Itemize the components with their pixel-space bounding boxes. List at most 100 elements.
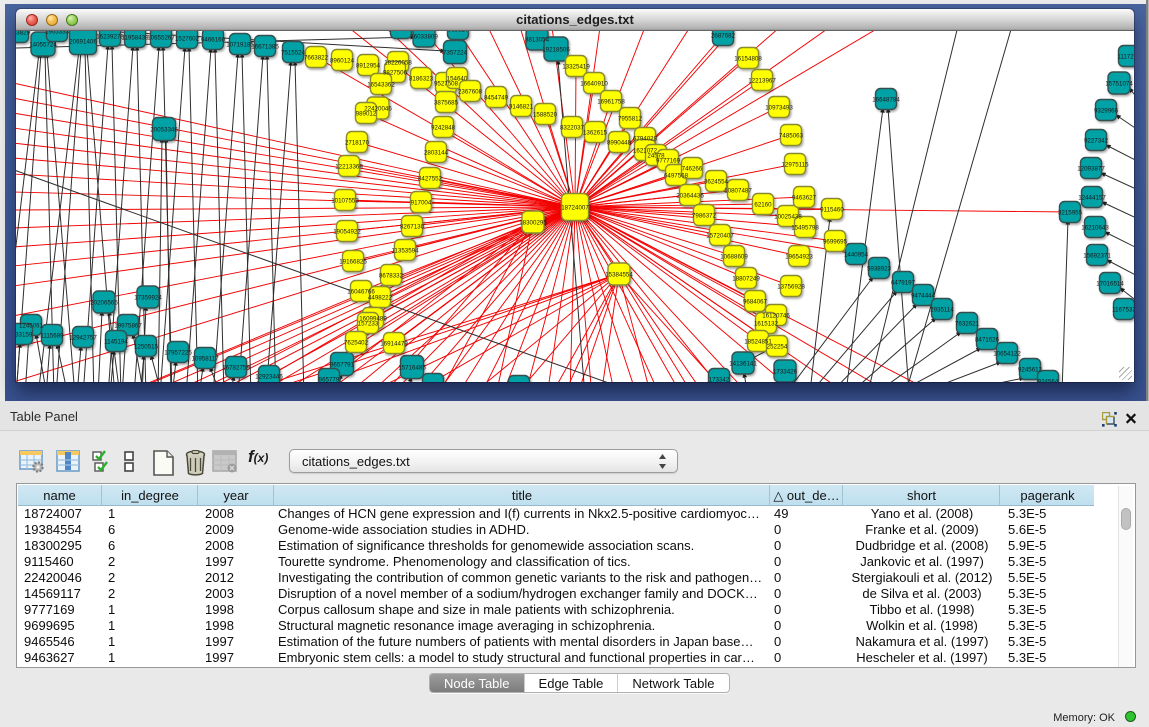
svg-text:15751074: 15751074 bbox=[1105, 80, 1133, 87]
svg-text:12975115: 12975115 bbox=[781, 161, 809, 168]
svg-text:1615132: 1615132 bbox=[754, 320, 779, 327]
svg-text:989012: 989012 bbox=[356, 110, 377, 117]
svg-text:3875685: 3875685 bbox=[434, 99, 459, 106]
svg-text:2687682: 2687682 bbox=[711, 32, 736, 39]
svg-text:18300295: 18300295 bbox=[519, 219, 547, 226]
svg-text:13756928: 13756928 bbox=[777, 283, 805, 290]
svg-text:7632621: 7632621 bbox=[955, 320, 980, 327]
svg-text:3215955: 3215955 bbox=[1058, 209, 1083, 216]
svg-text:6497568: 6497568 bbox=[664, 172, 689, 179]
svg-text:746266: 746266 bbox=[682, 165, 703, 172]
svg-text:8963829: 8963829 bbox=[16, 31, 31, 36]
svg-text:1245061: 1245061 bbox=[19, 322, 44, 329]
svg-text:8912954: 8912954 bbox=[356, 62, 381, 69]
svg-text:1145194: 1145194 bbox=[104, 338, 128, 345]
svg-text:1588520: 1588520 bbox=[533, 111, 558, 118]
svg-text:17957225: 17957225 bbox=[164, 349, 192, 356]
svg-text:9657791: 9657791 bbox=[330, 361, 355, 368]
svg-text:12213369: 12213369 bbox=[335, 163, 363, 170]
svg-text:8990448: 8990448 bbox=[607, 139, 632, 146]
svg-text:16648784: 16648784 bbox=[872, 96, 900, 103]
svg-text:20364436: 20364436 bbox=[676, 192, 704, 199]
svg-text:14055724: 14055724 bbox=[29, 41, 57, 48]
svg-text:7357224: 7357224 bbox=[443, 49, 468, 56]
svg-text:9245612: 9245612 bbox=[1018, 366, 1043, 373]
svg-text:924564: 924564 bbox=[1038, 378, 1059, 382]
svg-text:2935114: 2935114 bbox=[930, 306, 954, 313]
svg-text:16120746: 16120746 bbox=[762, 312, 790, 319]
svg-text:1033809: 1033809 bbox=[389, 31, 414, 32]
svg-text:20206565: 20206565 bbox=[90, 299, 118, 306]
svg-text:4498222: 4498222 bbox=[368, 294, 393, 301]
svg-text:16914479: 16914479 bbox=[380, 340, 408, 347]
svg-text:7663822: 7663822 bbox=[304, 54, 329, 61]
svg-text:1527602: 1527602 bbox=[175, 35, 200, 42]
svg-text:6479197: 6479197 bbox=[891, 279, 916, 286]
svg-text:933159: 933159 bbox=[16, 331, 33, 338]
svg-text:16782759: 16782759 bbox=[222, 364, 250, 371]
svg-text:1117254: 1117254 bbox=[1117, 53, 1134, 60]
svg-text:19166825: 19166825 bbox=[339, 258, 367, 265]
svg-text:8186323: 8186323 bbox=[409, 75, 434, 82]
svg-text:16154808: 16154808 bbox=[734, 55, 762, 62]
svg-text:1250515: 1250515 bbox=[134, 343, 159, 350]
svg-text:14136141: 14136141 bbox=[729, 360, 757, 367]
svg-text:16210643: 16210643 bbox=[1081, 224, 1109, 231]
svg-text:1733426: 1733426 bbox=[773, 368, 798, 375]
svg-text:1115689: 1115689 bbox=[40, 332, 64, 339]
svg-text:157164: 157164 bbox=[423, 381, 444, 382]
svg-text:3624554: 3624554 bbox=[704, 178, 729, 185]
svg-text:16239278: 16239278 bbox=[96, 33, 124, 40]
svg-text:8813054: 8813054 bbox=[525, 36, 550, 43]
svg-text:16961758: 16961758 bbox=[597, 98, 625, 105]
svg-text:9777169: 9777169 bbox=[656, 157, 681, 164]
svg-text:1440954: 1440954 bbox=[844, 251, 869, 258]
svg-text:9463627: 9463627 bbox=[792, 194, 817, 201]
svg-text:7955812: 7955812 bbox=[618, 115, 643, 122]
svg-text:19975867: 19975867 bbox=[114, 322, 142, 329]
svg-text:12923446: 12923446 bbox=[255, 373, 283, 380]
svg-text:9115460: 9115460 bbox=[820, 206, 844, 213]
svg-text:9684067: 9684067 bbox=[743, 298, 768, 305]
svg-text:10688609: 10688609 bbox=[720, 253, 748, 260]
svg-text:8322037: 8322037 bbox=[560, 124, 585, 131]
svg-text:2367608: 2367608 bbox=[458, 88, 483, 95]
svg-text:5938923: 5938923 bbox=[867, 265, 892, 272]
svg-text:965779: 965779 bbox=[319, 376, 340, 382]
svg-text:16671385: 16671385 bbox=[251, 43, 279, 50]
svg-text:9474444: 9474444 bbox=[911, 292, 936, 299]
svg-text:11958439: 11958439 bbox=[121, 34, 149, 41]
svg-text:917004: 917004 bbox=[411, 199, 432, 206]
svg-text:12213967: 12213967 bbox=[748, 77, 776, 84]
svg-text:1362615: 1362615 bbox=[583, 129, 608, 136]
svg-text:154640: 154640 bbox=[447, 75, 468, 82]
svg-text:1167533: 1167533 bbox=[1112, 306, 1134, 313]
svg-text:9827506: 9827506 bbox=[383, 69, 408, 76]
svg-text:20053346: 20053346 bbox=[150, 126, 178, 133]
svg-text:9699695: 9699695 bbox=[823, 238, 848, 245]
svg-text:12093877: 12093877 bbox=[1077, 165, 1105, 172]
svg-text:173342: 173342 bbox=[709, 376, 730, 382]
svg-text:19654923: 19654923 bbox=[785, 253, 813, 260]
svg-text:15692371: 15692371 bbox=[1083, 252, 1111, 259]
svg-text:16033809: 16033809 bbox=[410, 33, 438, 40]
svg-text:9227342: 9227342 bbox=[1084, 137, 1109, 144]
svg-text:17359924: 17359924 bbox=[134, 294, 162, 301]
svg-text:13325419: 13325419 bbox=[562, 63, 590, 70]
svg-text:2803144: 2803144 bbox=[424, 149, 449, 156]
svg-text:157233: 157233 bbox=[358, 320, 379, 327]
svg-text:8678332: 8678332 bbox=[379, 272, 404, 279]
svg-text:18807249: 18807249 bbox=[732, 275, 760, 282]
svg-text:62160: 62160 bbox=[754, 201, 772, 208]
svg-text:9242848: 9242848 bbox=[431, 124, 456, 131]
svg-text:15495798: 15495798 bbox=[791, 224, 819, 231]
svg-text:18724007: 18724007 bbox=[561, 204, 589, 211]
svg-text:2718170: 2718170 bbox=[345, 139, 370, 146]
svg-text:8454749: 8454749 bbox=[484, 94, 509, 101]
svg-text:6466160: 6466160 bbox=[201, 36, 226, 43]
svg-text:11353594: 11353594 bbox=[391, 247, 419, 254]
svg-text:19218506: 19218506 bbox=[542, 46, 570, 53]
svg-text:7986372: 7986372 bbox=[692, 212, 717, 219]
svg-text:10958117: 10958117 bbox=[191, 355, 219, 362]
svg-text:1905333: 1905333 bbox=[45, 31, 70, 35]
